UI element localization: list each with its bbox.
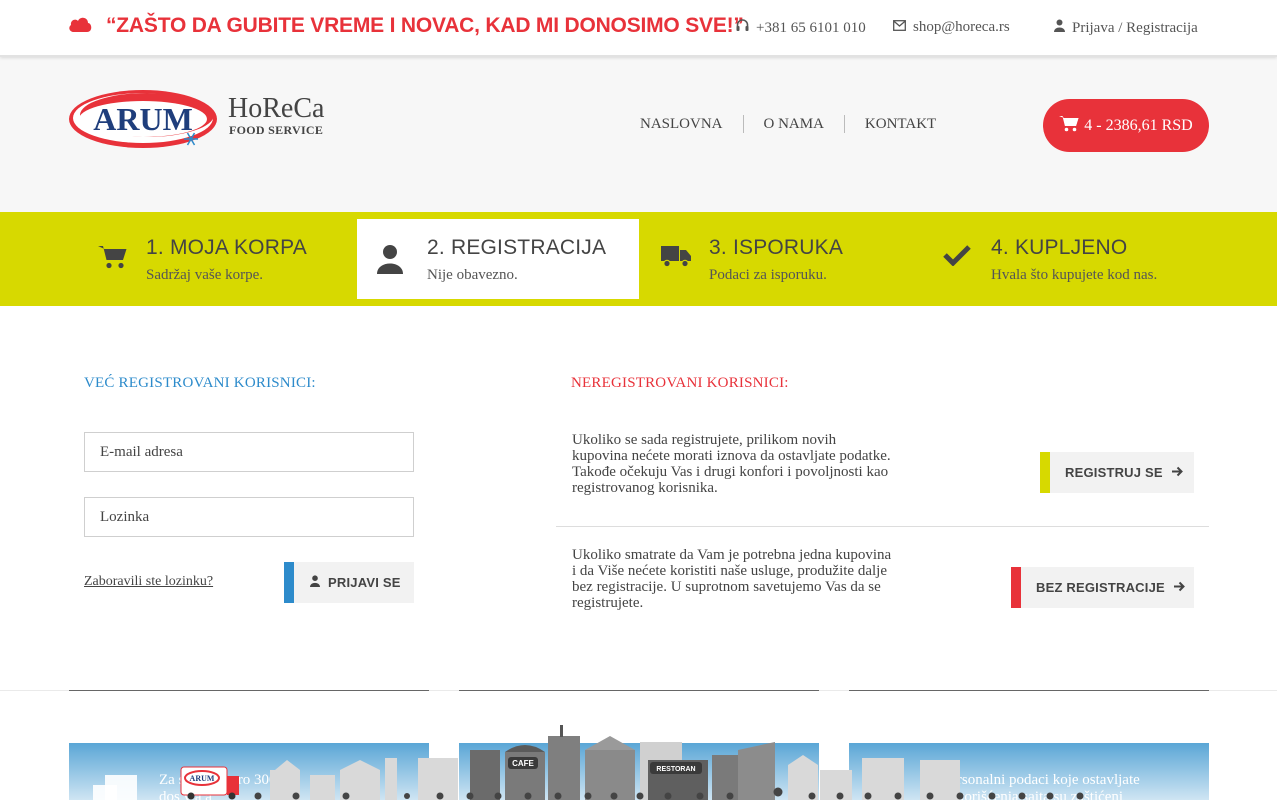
login-register-text: Prijava / Registracija	[1072, 19, 1198, 36]
guest-section-title: NEREGISTROVANI KORISNICI:	[571, 375, 789, 391]
footer-line	[459, 690, 819, 691]
step-registration[interactable]: 2. REGISTRACIJA Nije obavezno.	[357, 219, 639, 299]
logo-subtitle: FOOD SERVICE	[229, 123, 324, 137]
email-contact[interactable]: shop@horeca.rs	[893, 19, 1010, 36]
no-register-info-text: Ukoliko smatrate da Vam je potrebna jedn…	[572, 547, 892, 611]
site-header: ARUM HoReCa FOOD SERVICE NASLOVNA O NAMA…	[0, 57, 1277, 212]
arrow-right-icon	[1171, 465, 1183, 480]
register-info-text: Ukoliko se sada registrujete, prilikom n…	[572, 432, 891, 496]
login-button[interactable]: PRIJAVI SE	[284, 562, 414, 603]
cart-icon	[98, 244, 132, 278]
step-subtitle: Sadržaj vaše korpe.	[146, 267, 264, 283]
restoran-sign: RESTORAN	[656, 766, 695, 773]
register-button[interactable]: REGISTRUJ SE	[1040, 452, 1194, 493]
arum-logo-mark: ARUM	[69, 90, 217, 148]
button-accent-bar	[1040, 452, 1050, 493]
check-icon	[943, 244, 977, 278]
cart-icon	[1059, 115, 1079, 137]
register-button-label: REGISTRUJ SE	[1065, 465, 1163, 480]
svg-text:ARUM: ARUM	[93, 101, 193, 137]
step-title: 3. ISPORUKA	[709, 236, 844, 259]
main-nav: NASLOVNA O NAMA KONTAKT	[630, 115, 956, 133]
forgot-password-link[interactable]: Zaboravili ste lozinku?	[84, 574, 213, 590]
truck-icon	[661, 244, 695, 278]
user-icon	[377, 244, 411, 278]
step-title: 1. MOJA KORPA	[146, 236, 307, 259]
envelope-icon	[893, 19, 906, 36]
user-icon	[310, 575, 320, 590]
slogan: “ZAŠTO DA GUBITE VREME I NOVAC, KAD MI D…	[68, 14, 744, 38]
nav-o-nama[interactable]: O NAMA	[744, 115, 845, 133]
checkout-steps: 1. MOJA KORPA Sadržaj vaše korpe. 2. REG…	[0, 212, 1277, 306]
step-title: 2. REGISTRACIJA	[427, 236, 607, 259]
cart-button[interactable]: 4 - 2386,61 RSD	[1043, 99, 1209, 152]
login-button-label: PRIJAVI SE	[328, 575, 401, 590]
email-address: shop@horeca.rs	[913, 19, 1010, 35]
email-field[interactable]	[84, 432, 414, 472]
top-bar: “ZAŠTO DA GUBITE VREME I NOVAC, KAD MI D…	[0, 0, 1277, 57]
city-skyline-illustration: CAFE RESTORAN ARUM	[180, 725, 1084, 800]
password-field[interactable]	[84, 497, 414, 537]
phone-number: +381 65 6101 010	[756, 19, 866, 36]
step-completed[interactable]: 4. KUPLJENO Hvala što kupujete kod nas.	[921, 219, 1203, 299]
step-cart[interactable]: 1. MOJA KORPA Sadržaj vaše korpe.	[60, 219, 342, 299]
slogan-text: “ZAŠTO DA GUBITE VREME I NOVAC, KAD MI D…	[106, 14, 744, 37]
login-register-link[interactable]: Prijava / Registracija	[1054, 19, 1198, 37]
phone-contact[interactable]: +381 65 6101 010	[736, 19, 866, 37]
section-divider	[556, 526, 1209, 527]
cloud-icon	[68, 16, 92, 37]
logo[interactable]: ARUM HoReCa FOOD SERVICE	[68, 85, 338, 155]
nav-naslovna[interactable]: NASLOVNA	[630, 115, 744, 133]
cafe-sign: CAFE	[512, 759, 534, 768]
step-delivery[interactable]: 3. ISPORUKA Podaci za isporuku.	[639, 219, 921, 299]
step-subtitle: Nije obavezno.	[427, 267, 518, 283]
cart-summary: 4 - 2386,61 RSD	[1084, 116, 1193, 134]
nav-kontakt[interactable]: KONTAKT	[845, 115, 956, 133]
step-subtitle: Podaci za isporuku.	[709, 267, 827, 283]
headset-icon	[736, 19, 749, 37]
login-section-title: VEĆ REGISTROVANI KORISNICI:	[84, 375, 316, 391]
button-accent-bar	[284, 562, 294, 603]
footer-line	[849, 690, 1209, 691]
logo-title: HoReCa	[228, 93, 325, 124]
button-accent-bar	[1011, 567, 1021, 608]
step-title: 4. KUPLJENO	[991, 236, 1128, 259]
user-icon	[1054, 19, 1065, 37]
no-register-button-label: BEZ REGISTRACIJE	[1036, 580, 1165, 595]
no-register-button[interactable]: BEZ REGISTRACIJE	[1011, 567, 1194, 608]
footer-line	[69, 690, 429, 691]
step-subtitle: Hvala što kupujete kod nas.	[991, 267, 1158, 283]
arrow-right-icon	[1173, 580, 1185, 595]
van-logo-text: ARUM	[190, 774, 215, 783]
